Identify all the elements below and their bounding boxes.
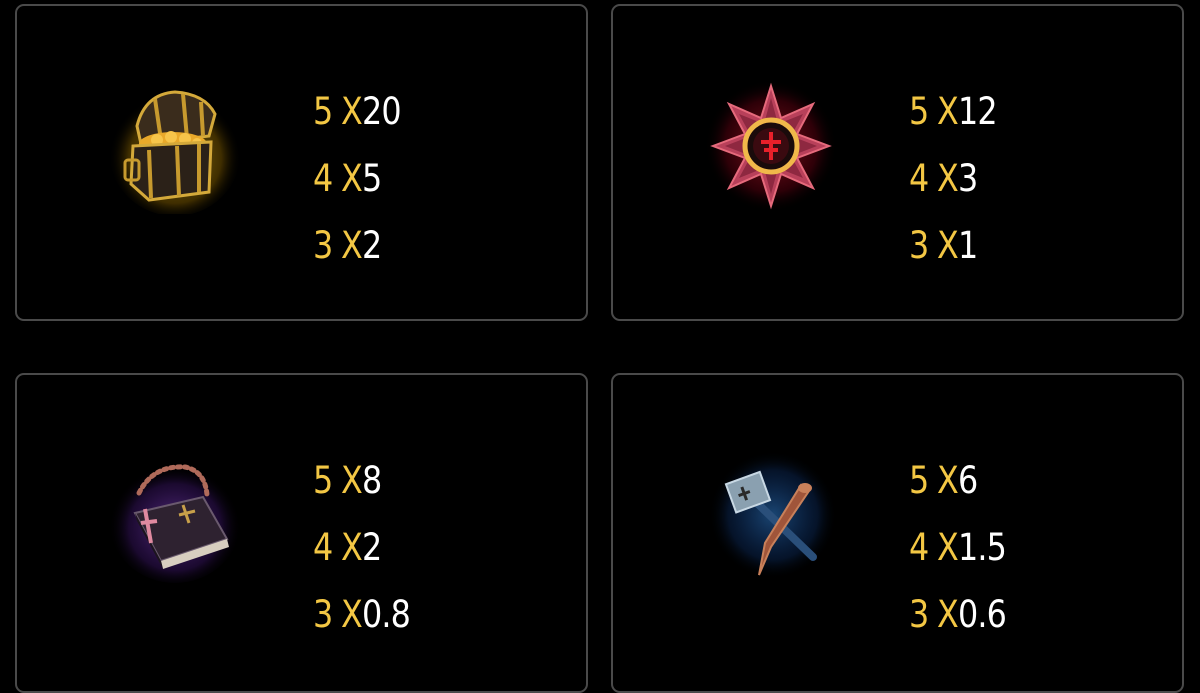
match-count: 5	[909, 459, 929, 502]
payout-multiplier: 1.5	[957, 526, 1007, 569]
payout-row: 3 X1	[909, 212, 997, 279]
match-count: 3	[313, 593, 333, 636]
payout-multiplier: 20	[361, 90, 402, 133]
payout-multiplier: 3	[957, 157, 978, 200]
payout-row: 5 X12	[909, 78, 998, 145]
multiply-sign: X	[340, 224, 363, 267]
multiply-sign: X	[340, 526, 363, 569]
match-count: 5	[313, 90, 333, 133]
payout-row: 4 X1.5	[909, 514, 1007, 581]
payout-multiplier: 6	[957, 459, 978, 502]
multiply-sign: X	[340, 459, 363, 502]
paytable-panel-hammer-stake: 5 X6 4 X1.5 3 X0.6	[611, 373, 1184, 693]
payout-multiplier: 8	[361, 459, 382, 502]
payout-multiplier: 0.6	[957, 593, 1007, 636]
multiply-sign: X	[340, 90, 363, 133]
match-count: 4	[909, 157, 929, 200]
match-count: 3	[909, 593, 929, 636]
payout-row: 3 X0.8	[313, 581, 411, 648]
multiply-sign: X	[936, 593, 959, 636]
payout-row: 3 X0.6	[909, 581, 1007, 648]
payout-multiplier: 1	[957, 224, 978, 267]
treasure-chest-icon	[105, 74, 245, 214]
payout-multiplier: 0.8	[361, 593, 411, 636]
paytable-panel-star-medal: 5 X12 4 X3 3 X1	[611, 4, 1184, 321]
multiply-sign: X	[936, 90, 959, 133]
payout-list: 5 X6 4 X1.5 3 X0.6	[909, 447, 1022, 648]
payout-row: 4 X5	[313, 145, 401, 212]
multiply-sign: X	[936, 157, 959, 200]
payout-multiplier: 2	[361, 224, 382, 267]
payout-multiplier: 5	[361, 157, 382, 200]
match-count: 4	[313, 157, 333, 200]
holy-book-rosary-icon	[105, 443, 245, 583]
payout-row: 5 X6	[909, 447, 1006, 514]
match-count: 3	[313, 224, 333, 267]
multiply-sign: X	[340, 157, 363, 200]
payout-row: 4 X2	[313, 514, 410, 581]
payout-row: 4 X3	[909, 145, 997, 212]
match-count: 3	[909, 224, 929, 267]
paytable-panel-treasure-chest: 5 X20 4 X5 3 X2	[15, 4, 588, 321]
multiply-sign: X	[936, 526, 959, 569]
match-count: 4	[313, 526, 333, 569]
payout-list: 5 X20 4 X5 3 X2	[313, 78, 415, 279]
match-count: 5	[313, 459, 333, 502]
multiply-sign: X	[340, 593, 363, 636]
match-count: 5	[909, 90, 929, 133]
paytable-panel-holy-book: 5 X8 4 X2 3 X0.8	[15, 373, 588, 693]
payout-multiplier: 2	[361, 526, 382, 569]
multiply-sign: X	[936, 224, 959, 267]
payout-row: 5 X8	[313, 447, 410, 514]
multiply-sign: X	[936, 459, 959, 502]
payout-list: 5 X8 4 X2 3 X0.8	[313, 447, 426, 648]
payout-list: 5 X12 4 X3 3 X1	[909, 78, 1011, 279]
hammer-stake-icon	[701, 443, 841, 583]
payout-row: 3 X2	[313, 212, 401, 279]
payout-multiplier: 12	[957, 90, 998, 133]
payout-row: 5 X20	[313, 78, 402, 145]
match-count: 4	[909, 526, 929, 569]
star-medal-icon	[701, 74, 841, 214]
